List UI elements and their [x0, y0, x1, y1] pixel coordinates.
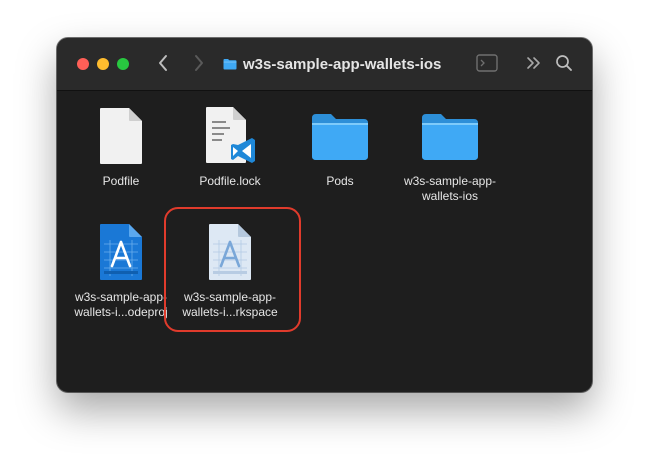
- title-bar: w3s-sample-app-wallets-ios: [57, 38, 592, 91]
- file-item-podfile-lock[interactable]: Podfile.lock: [175, 104, 285, 189]
- zoom-button[interactable]: [117, 58, 129, 70]
- item-label-line2: wallets-i...odeproj: [74, 305, 168, 319]
- folder-icon: [312, 114, 368, 160]
- file-item-xcodeproj[interactable]: w3s-sample-app- wallets-i...odeproj: [66, 220, 176, 320]
- highlight-annotation: [164, 207, 301, 332]
- search-button[interactable]: [555, 53, 573, 73]
- file-item-podfile[interactable]: Podfile: [66, 104, 176, 189]
- folder-item-pods[interactable]: Pods: [285, 104, 395, 189]
- chevron-right-icon: [195, 55, 203, 71]
- more-toolbar-button[interactable]: [525, 53, 543, 73]
- chevron-left-icon: [159, 55, 167, 71]
- item-label-line1: w3s-sample-app-: [403, 174, 497, 188]
- chevron-double-right-icon: [527, 57, 540, 69]
- folder-item-w3s-sample-app-wallets-ios[interactable]: w3s-sample-app- wallets-ios: [395, 104, 505, 204]
- back-button[interactable]: [153, 51, 175, 75]
- search-icon: [556, 55, 572, 71]
- item-label-line1: w3s-sample-app-: [74, 290, 168, 304]
- folder-icon: [422, 114, 478, 160]
- minimize-button[interactable]: [97, 58, 109, 70]
- document-icon: [100, 108, 142, 164]
- item-label: Podfile: [102, 174, 140, 188]
- window-title-text: w3s-sample-app-wallets-ios: [243, 55, 442, 73]
- item-label-line2: wallets-ios: [421, 189, 478, 203]
- vscode-document-icon: [206, 107, 255, 163]
- forward-button[interactable]: [187, 51, 209, 75]
- close-button[interactable]: [77, 58, 89, 70]
- folder-icon: [223, 59, 237, 70]
- terminal-icon: [476, 54, 498, 72]
- item-label: Podfile.lock: [199, 174, 261, 188]
- window-title: w3s-sample-app-wallets-ios: [223, 53, 441, 75]
- finder-window: w3s-sample-app-wallets-ios Podfile Podfi…: [57, 38, 592, 392]
- terminal-button[interactable]: [476, 53, 498, 73]
- xcode-project-icon: [100, 224, 142, 280]
- item-label: Pods: [326, 174, 354, 188]
